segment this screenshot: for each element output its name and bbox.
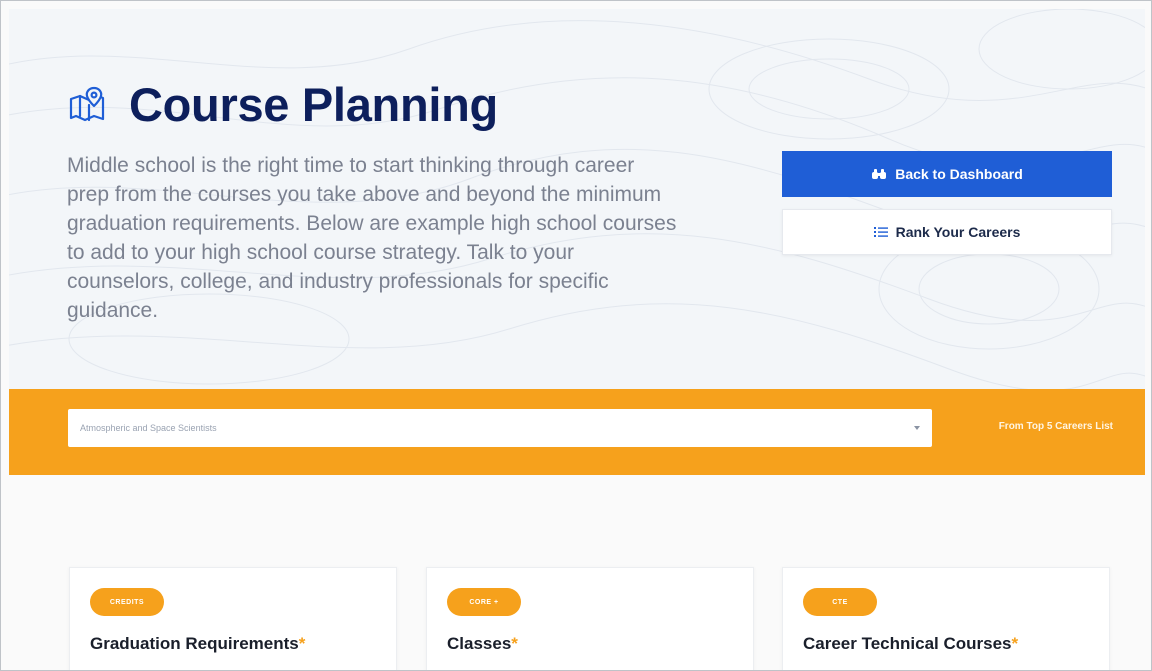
- card-badge: CREDITS: [90, 588, 164, 616]
- card-title: Graduation Requirements*: [90, 634, 306, 653]
- card-classes[interactable]: CORE + Classes*: [426, 567, 754, 670]
- career-dropdown[interactable]: Atmospheric and Space Scientists: [68, 409, 932, 447]
- binoculars-icon: [872, 169, 887, 179]
- list-icon: [873, 227, 888, 237]
- career-dropdown-value: Atmospheric and Space Scientists: [80, 423, 217, 433]
- card-title: Career Technical Courses*: [803, 634, 1019, 653]
- back-to-dashboard-label: Back to Dashboard: [895, 166, 1023, 182]
- career-selector-bar: Atmospheric and Space Scientists From To…: [9, 389, 1145, 475]
- title-row: Course Planning: [67, 77, 498, 132]
- intro-text: Middle school is the right time to start…: [67, 154, 677, 322]
- app-window: Course Planning Middle school is the rig…: [0, 0, 1152, 671]
- card-badge: CORE +: [447, 588, 521, 616]
- card-badge: CTE: [803, 588, 877, 616]
- card-career-technical-courses[interactable]: CTE Career Technical Courses*: [782, 567, 1110, 670]
- page-title: Course Planning: [129, 78, 498, 131]
- rank-your-careers-button[interactable]: Rank Your Careers: [782, 209, 1112, 255]
- card-graduation-requirements[interactable]: CREDITS Graduation Requirements*: [69, 567, 397, 670]
- chevron-down-icon: [914, 426, 920, 430]
- map-icon: [69, 86, 105, 121]
- rank-your-careers-label: Rank Your Careers: [895, 224, 1021, 240]
- back-to-dashboard-button[interactable]: Back to Dashboard: [782, 151, 1112, 197]
- hero-section: Course Planning Middle school is the rig…: [9, 9, 1145, 389]
- top-5-careers-link[interactable]: From Top 5 Careers List: [999, 421, 1113, 432]
- course-cards-section: CREDITS Graduation Requirements* CORE + …: [9, 475, 1145, 670]
- card-title: Classes*: [447, 634, 518, 653]
